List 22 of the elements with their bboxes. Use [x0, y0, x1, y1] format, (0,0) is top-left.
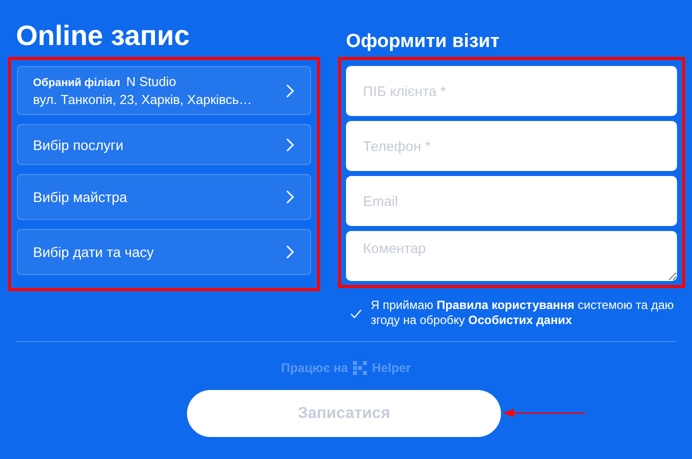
step-selector[interactable]: Вибір дати та часу [17, 229, 311, 275]
brand-name: Helper [372, 361, 411, 375]
step-selector[interactable]: Вибір послуги [17, 124, 311, 165]
form-title: Оформити візит [345, 30, 501, 54]
page-title: Online запис [15, 19, 191, 53]
comment-field[interactable]: Коментар [346, 231, 677, 281]
chevron-right-icon [286, 138, 294, 152]
consent-text: Я приймаю Правила користування системою та даю згоду на обробку Особистих даних [370, 298, 675, 328]
step-selector[interactable]: Вибір майстра [17, 174, 311, 220]
chevron-right-icon [286, 190, 294, 204]
consent-checkbox[interactable] [349, 307, 363, 321]
input-field[interactable]: ПІБ клієнта * [346, 66, 677, 116]
branch-selector[interactable]: Обраний філіал N Studio вул. Танкопія, 23, Харків, Харківсь… [17, 66, 311, 115]
chevron-right-icon [286, 84, 294, 98]
helper-logo-icon [352, 361, 367, 375]
branch-name: N Studio [126, 74, 176, 89]
chevron-right-icon [286, 245, 294, 259]
powered-by-text: Працює на [281, 361, 348, 375]
branch-label: Обраний філіал [33, 77, 120, 89]
input-field[interactable]: Телефон * [346, 121, 677, 171]
input-field[interactable]: Email [346, 176, 677, 226]
branch-address: вул. Танкопія, 23, Харків, Харківсь… [33, 92, 253, 107]
